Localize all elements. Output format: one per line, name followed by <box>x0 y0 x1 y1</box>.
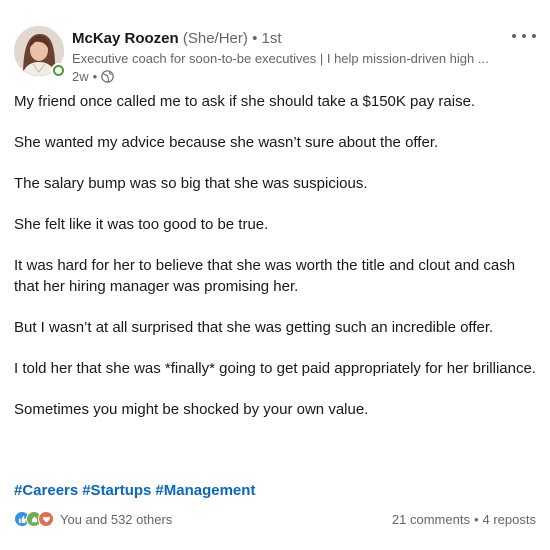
hashtag-link[interactable]: #Careers <box>14 482 78 499</box>
more-options-icon[interactable] <box>512 30 536 42</box>
author-name-line: McKay Roozen (She/Her) • 1st <box>72 30 502 48</box>
author-meta: McKay Roozen (She/Her) • 1st Executive c… <box>72 30 502 85</box>
online-status-icon <box>51 63 66 78</box>
comments-count[interactable]: 21 comments <box>392 512 470 527</box>
avatar-wrap[interactable] <box>14 26 66 78</box>
post-paragraph: But I wasn’t at all surprised that she w… <box>14 318 494 336</box>
engagement-stats: 21 comments • 4 reposts <box>392 512 536 527</box>
degree-separator: • <box>252 30 258 47</box>
post-paragraph: It was hard for her to believe that she … <box>14 257 516 295</box>
connection-degree: 1st <box>261 30 282 47</box>
reaction-icons <box>14 511 54 527</box>
post-body: My friend once called me to ask if she s… <box>14 92 536 441</box>
author-headline[interactable]: Executive coach for soon-to-be executive… <box>72 50 502 67</box>
support-icon <box>38 511 54 527</box>
post-paragraph: She wanted my advice because she wasn’t … <box>14 134 439 151</box>
post-paragraph: The salary bump was so big that she was … <box>14 175 368 192</box>
reposts-count[interactable]: 4 reposts <box>483 512 536 527</box>
author-pronouns: (She/Her) <box>182 30 248 47</box>
post-time: 2w <box>72 69 89 84</box>
author-name[interactable]: McKay Roozen <box>72 30 179 47</box>
stats-separator: • <box>473 511 479 527</box>
post-header: McKay Roozen (She/Her) • 1st Executive c… <box>14 26 536 85</box>
post-paragraph: She felt like it was too good to be true… <box>14 216 269 233</box>
hashtag-link[interactable]: #Management <box>155 482 255 499</box>
post-paragraph: I told her that she was *finally* going … <box>14 359 536 377</box>
social-counts: You and 532 others 21 comments • 4 repos… <box>14 509 536 529</box>
hashtag-link[interactable]: #Startups <box>82 482 151 499</box>
globe-icon <box>101 70 114 83</box>
post-paragraph: Sometimes you might be shocked by your o… <box>14 400 369 418</box>
reactions-count[interactable]: You and 532 others <box>60 512 172 527</box>
reactions-summary[interactable]: You and 532 others <box>14 511 172 527</box>
hashtags: #Careers #Startups #Management <box>14 481 259 501</box>
time-separator: • <box>92 69 98 84</box>
post-time-line: 2w • <box>72 68 502 85</box>
post-paragraph: My friend once called me to ask if she s… <box>14 93 476 110</box>
